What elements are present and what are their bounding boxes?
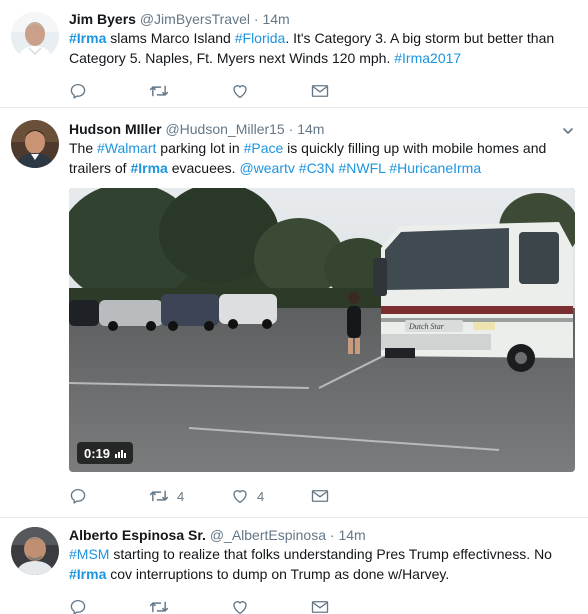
tweet-header: Alberto Espinosa Sr. @_AlbertEspinosa · … xyxy=(69,526,558,544)
tweet-text: #MSM starting to realize that folks unde… xyxy=(69,544,570,584)
timestamp[interactable]: 14m xyxy=(262,11,289,27)
display-name[interactable]: Jim Byers xyxy=(69,11,136,27)
video-frame: Dutch Star xyxy=(69,188,575,472)
chevron-down-icon[interactable] xyxy=(562,124,574,136)
reply-icon xyxy=(69,487,87,505)
retweet-button[interactable] xyxy=(149,81,177,101)
hashtag-link[interactable]: #MSM xyxy=(69,546,109,562)
avatar[interactable] xyxy=(11,120,59,168)
reply-button[interactable] xyxy=(69,486,95,506)
tweet-text: #Irma slams Marco Island #Florida. It's … xyxy=(69,28,570,68)
tweet-text-segment: starting to realize that folks understan… xyxy=(109,546,552,562)
hashtag-link[interactable]: #Irma xyxy=(130,160,167,176)
timestamp[interactable]: 14m xyxy=(338,527,365,543)
hashtag-link[interactable]: #Florida xyxy=(235,30,286,46)
hashtag-link[interactable]: #HuricaneIrma xyxy=(389,160,481,176)
heart-icon xyxy=(231,82,249,100)
video-duration-badge: 0:19 xyxy=(77,442,134,464)
hashtag-link[interactable]: #Irma xyxy=(69,566,106,582)
envelope-icon xyxy=(311,599,329,614)
timestamp[interactable]: 14m xyxy=(297,121,324,137)
reply-button[interactable] xyxy=(69,81,95,101)
tweet-text-segment: The xyxy=(69,140,98,156)
direct-message-button[interactable] xyxy=(311,597,329,614)
avatar[interactable] xyxy=(11,527,59,575)
retweet-button[interactable]: 4 xyxy=(149,486,184,506)
like-button[interactable] xyxy=(231,597,257,614)
reply-icon xyxy=(69,82,87,100)
tweet-header: Jim Byers @JimByersTravel · 14m xyxy=(69,10,558,28)
hashtag-link[interactable]: #Irma2017 xyxy=(394,50,461,66)
retweet-icon xyxy=(149,82,169,100)
hashtag-link[interactable]: #Pace xyxy=(244,140,284,156)
display-name[interactable]: Alberto Espinosa Sr. xyxy=(69,527,206,543)
heart-icon xyxy=(231,598,249,614)
tweet-text-segment: parking lot in xyxy=(156,140,244,156)
hashtag-link[interactable]: #NWFL xyxy=(338,160,385,176)
retweet-icon xyxy=(149,598,169,614)
tweet-text-segment: cov interruptions to dump on Trump as do… xyxy=(106,566,450,582)
retweet-icon xyxy=(149,487,169,505)
tweet-actions xyxy=(69,597,369,614)
display-name[interactable]: Hudson MIller xyxy=(69,121,162,137)
envelope-icon xyxy=(311,488,329,504)
rv-logo-text: Dutch Star xyxy=(408,322,445,331)
user-handle[interactable]: @_AlbertEspinosa xyxy=(210,527,326,543)
hashtag-link[interactable]: #Irma xyxy=(69,30,106,46)
tweet-text-segment: slams Marco Island xyxy=(106,30,235,46)
separator-dot: · xyxy=(253,11,259,27)
retweet-count: 4 xyxy=(177,488,185,504)
user-handle[interactable]: @Hudson_Miller15 xyxy=(165,121,284,137)
reply-button[interactable] xyxy=(69,597,95,614)
like-count: 4 xyxy=(257,488,265,504)
retweet-button[interactable] xyxy=(149,597,177,614)
tweet-actions xyxy=(69,81,369,101)
tweet-header: Hudson MIller @Hudson_Miller15 · 14m xyxy=(69,120,558,138)
tweet-text-segment: evacuees. xyxy=(167,160,240,176)
avatar[interactable] xyxy=(11,12,59,60)
video-duration: 0:19 xyxy=(84,445,111,461)
direct-message-button[interactable] xyxy=(311,486,329,506)
like-button[interactable]: 4 xyxy=(231,486,264,506)
tweet-text: The #Walmart parking lot in #Pace is qui… xyxy=(69,138,570,178)
separator-dot: · xyxy=(329,527,335,543)
sound-bars-icon[interactable] xyxy=(115,446,127,461)
tweet[interactable]: Hudson MIller @Hudson_Miller15 · 14m The… xyxy=(0,108,588,518)
envelope-icon xyxy=(311,83,329,99)
video-player[interactable]: Dutch Star 0:19 xyxy=(69,188,575,472)
direct-message-button[interactable] xyxy=(311,81,329,101)
hashtag-link[interactable]: #C3N xyxy=(299,160,335,176)
heart-icon xyxy=(231,487,249,505)
like-button[interactable] xyxy=(231,81,257,101)
user-handle[interactable]: @JimByersTravel xyxy=(140,11,250,27)
tweet[interactable]: Alberto Espinosa Sr. @_AlbertEspinosa · … xyxy=(0,518,588,614)
tweet[interactable]: Jim Byers @JimByersTravel · 14m #Irma sl… xyxy=(0,0,588,108)
reply-icon xyxy=(69,598,87,614)
mention-link[interactable]: @weartv xyxy=(239,160,294,176)
tweet-actions: 4 4 xyxy=(69,486,369,506)
hashtag-link[interactable]: #Walmart xyxy=(97,140,156,156)
separator-dot: · xyxy=(288,121,294,137)
